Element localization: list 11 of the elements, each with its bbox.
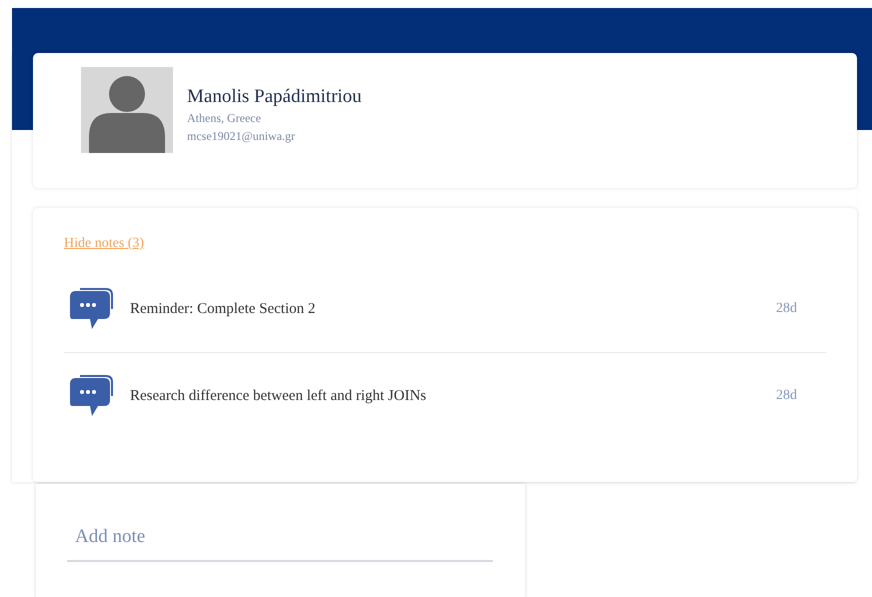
user-email: mcse19021@uniwa.gr xyxy=(187,128,296,145)
note-age: 28d xyxy=(776,301,797,317)
note-age: 28d xyxy=(776,388,797,404)
user-name: Manolis Papádimitriou xyxy=(187,85,362,109)
chat-bubble-icon xyxy=(68,374,114,418)
note-text: Reminder: Complete Section 2 xyxy=(130,300,316,318)
avatar-icon xyxy=(81,67,173,153)
user-location: Athens, Greece xyxy=(187,110,262,127)
note-text: Research difference between left and right JOINs xyxy=(130,388,428,404)
hide-notes-link[interactable]: Hide notes (3) xyxy=(64,234,144,254)
chat-bubble-icon xyxy=(68,287,114,331)
